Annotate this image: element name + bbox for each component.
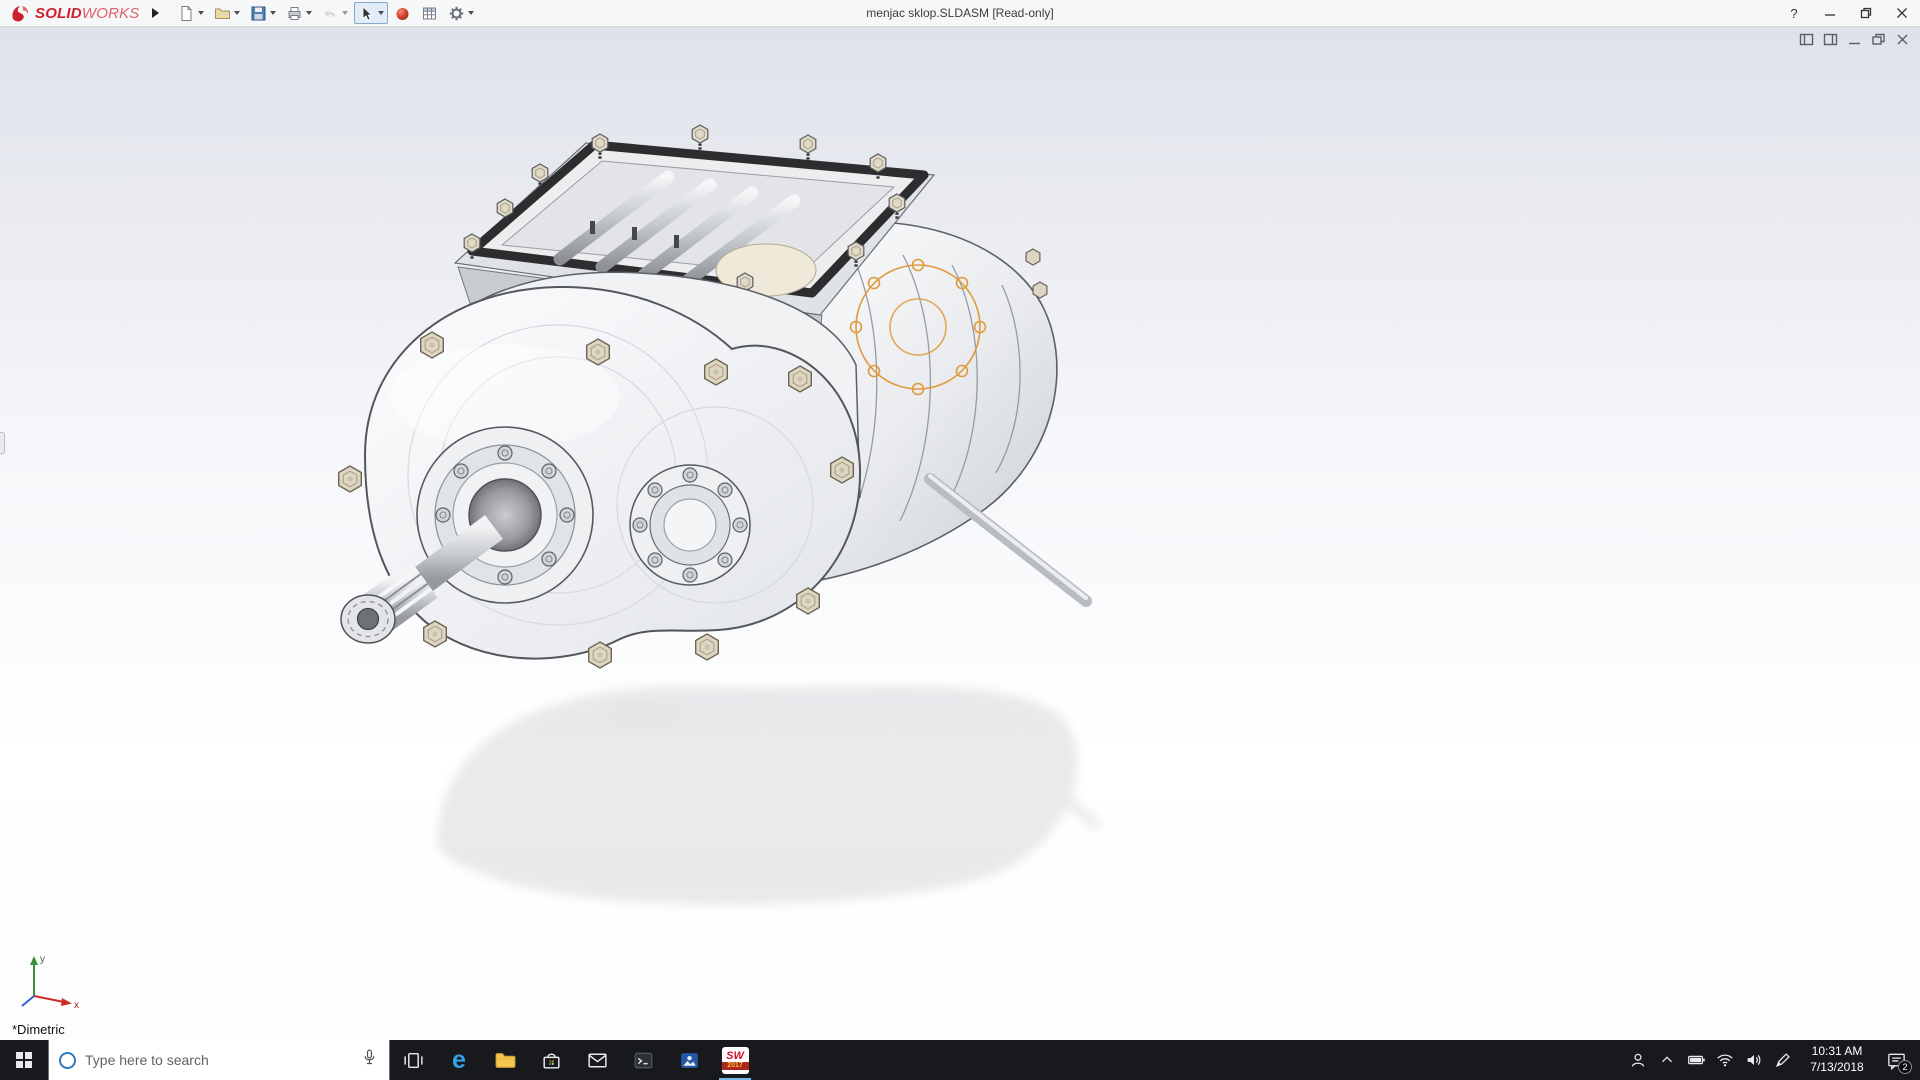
edge-icon: e	[452, 1045, 466, 1074]
chevron-down-icon	[269, 11, 276, 15]
help-button[interactable]: ?	[1776, 0, 1812, 26]
chevron-down-icon	[305, 11, 312, 15]
system-tray: 10:31 AM 7/13/2018 2	[1623, 1040, 1920, 1080]
notification-badge: 2	[1898, 1060, 1912, 1074]
output-port	[629, 464, 751, 586]
battery-button[interactable]	[1681, 1040, 1710, 1080]
model-reflection	[436, 686, 1102, 905]
chevron-down-icon	[233, 11, 240, 15]
restore-button[interactable]	[1848, 0, 1884, 26]
doc-restore-icon[interactable]	[1871, 32, 1886, 47]
people-button[interactable]	[1623, 1040, 1652, 1080]
gearbox-assembly-model[interactable]	[0, 27, 1920, 1040]
pane-right-icon[interactable]	[1823, 32, 1838, 47]
taskbar-search[interactable]	[48, 1040, 390, 1080]
app-name: SOLIDWORKS	[35, 4, 140, 22]
undo-icon	[324, 9, 335, 17]
network-button[interactable]	[1710, 1040, 1739, 1080]
volume-button[interactable]	[1739, 1040, 1768, 1080]
mail-button[interactable]	[574, 1040, 620, 1080]
solidworks-app-button[interactable]: SW 2017	[712, 1040, 758, 1080]
wifi-icon	[1716, 1054, 1733, 1067]
cortana-icon	[59, 1051, 76, 1069]
command-prompt-icon	[634, 1052, 652, 1068]
restore-icon	[1860, 7, 1872, 19]
windows-taskbar: e SW 2017	[0, 1040, 1920, 1080]
options-gear-icon	[449, 6, 463, 20]
action-center-button[interactable]: 2	[1877, 1040, 1915, 1080]
task-view-icon	[403, 1052, 423, 1068]
store-icon	[542, 1053, 560, 1069]
new-document-icon	[181, 5, 192, 21]
tray-overflow-button[interactable]	[1652, 1040, 1681, 1080]
chevron-up-icon	[1661, 1056, 1672, 1063]
quick-access-toolbar	[174, 2, 478, 24]
close-icon	[1897, 8, 1907, 18]
store-button[interactable]	[528, 1040, 574, 1080]
search-input[interactable]	[85, 1052, 351, 1068]
pen-button[interactable]	[1768, 1040, 1797, 1080]
clock-date: 7/13/2018	[1810, 1060, 1864, 1074]
document-window-controls	[1799, 32, 1910, 47]
print-icon	[288, 6, 301, 20]
edge-button[interactable]: e	[436, 1040, 482, 1080]
clock[interactable]: 10:31 AM 7/13/2018	[1797, 1044, 1877, 1075]
battery-icon	[1687, 1055, 1705, 1065]
undo-button[interactable]	[318, 2, 352, 24]
evaluate-table-button[interactable]	[417, 2, 442, 24]
pane-left-icon[interactable]	[1799, 32, 1814, 47]
ds-logo-icon	[12, 6, 29, 22]
speaker-icon	[1747, 1055, 1760, 1065]
select-cursor-icon	[362, 5, 373, 21]
pen-icon	[1775, 1053, 1790, 1068]
file-explorer-button[interactable]	[482, 1040, 528, 1080]
options-button[interactable]	[444, 2, 478, 24]
graphics-viewport[interactable]: y x *Dimetric	[0, 27, 1920, 1040]
command-prompt-button[interactable]	[620, 1040, 666, 1080]
triad-y-label: y	[40, 954, 45, 965]
save-icon	[251, 6, 266, 20]
output-shaft	[924, 473, 1092, 607]
select-tool-button[interactable]	[353, 2, 388, 24]
open-folder-icon	[214, 8, 230, 19]
chevron-down-icon	[377, 11, 384, 15]
file-explorer-icon	[495, 1052, 515, 1068]
open-button[interactable]	[210, 2, 244, 24]
triad-x-label: x	[74, 1000, 79, 1011]
close-button[interactable]	[1884, 0, 1920, 26]
titlebar: SOLIDWORKS menjac sklop.SLDASM [Read-onl…	[0, 0, 1920, 27]
toolbar-flyout-button[interactable]	[148, 3, 164, 23]
start-button[interactable]	[0, 1040, 48, 1080]
save-button[interactable]	[246, 2, 280, 24]
microphone-icon[interactable]	[360, 1048, 379, 1072]
pinned-apps: e SW 2017	[390, 1040, 758, 1080]
photos-icon	[680, 1052, 698, 1068]
view-orientation-label: *Dimetric	[12, 1022, 65, 1037]
table-icon	[422, 7, 436, 19]
doc-minimize-icon[interactable]	[1847, 32, 1862, 47]
minimize-button[interactable]	[1812, 0, 1848, 26]
chevron-down-icon	[197, 11, 204, 15]
photos-button[interactable]	[666, 1040, 712, 1080]
print-button[interactable]	[282, 2, 316, 24]
task-view-button[interactable]	[390, 1040, 436, 1080]
chevron-down-icon	[467, 11, 474, 15]
people-icon	[1631, 1053, 1644, 1067]
doc-close-icon[interactable]	[1895, 32, 1910, 47]
solidworks-icon: SW 2017	[721, 1046, 749, 1074]
clock-time: 10:31 AM	[1811, 1044, 1863, 1059]
minimize-icon	[1825, 14, 1835, 16]
windows-logo-icon	[15, 1051, 33, 1069]
chevron-down-icon	[341, 11, 348, 15]
app-window-controls: ?	[1776, 0, 1920, 26]
appearance-ball-icon	[396, 7, 409, 20]
mail-icon	[587, 1052, 607, 1068]
appearance-button[interactable]	[390, 2, 415, 24]
reference-triad[interactable]: y x	[14, 950, 84, 1014]
new-document-button[interactable]	[174, 2, 208, 24]
solidworks-logo: SOLIDWORKS	[0, 0, 148, 26]
